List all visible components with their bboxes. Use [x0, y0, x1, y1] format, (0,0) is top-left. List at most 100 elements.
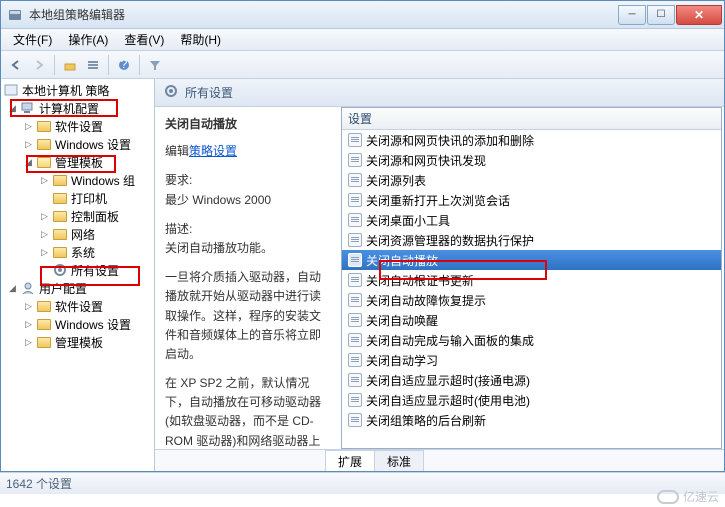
policy-item-icon — [348, 173, 362, 187]
gear-icon — [163, 83, 179, 102]
folder-icon — [52, 208, 68, 224]
forward-button[interactable] — [28, 54, 50, 76]
back-button[interactable] — [5, 54, 27, 76]
list-item-label: 关闭自适应显示超时(使用电池) — [366, 392, 530, 409]
tree-control-panel[interactable]: ▷控制面板 — [1, 207, 154, 225]
tree-windows-components[interactable]: ▷Windows 组 — [1, 171, 154, 189]
list-item[interactable]: 关闭源列表 — [342, 170, 721, 190]
tab-standard[interactable]: 标准 — [374, 450, 424, 471]
gear-icon — [52, 262, 68, 278]
detail-pane: 关闭自动播放 编辑策略设置 要求: 最少 Windows 2000 描述: 关闭… — [155, 107, 341, 449]
expand-icon[interactable]: ▷ — [23, 139, 34, 150]
requirement-value: 最少 Windows 2000 — [165, 191, 331, 210]
statusbar: 1642 个设置 — [0, 472, 725, 494]
up-button[interactable] — [59, 54, 81, 76]
list-item[interactable]: 关闭自动故障恢复提示 — [342, 290, 721, 310]
list-item-label: 关闭桌面小工具 — [366, 212, 450, 229]
menu-help[interactable]: 帮助(H) — [172, 29, 229, 50]
client-area: 本地计算机 策略 ◢计算机配置 ▷软件设置 ▷Windows 设置 ◢管理模板 … — [1, 79, 724, 471]
app-window: 本地组策略编辑器 ─ ☐ ✕ 文件(F) 操作(A) 查看(V) 帮助(H) ?… — [0, 0, 725, 472]
policy-icon — [3, 82, 19, 98]
close-button[interactable]: ✕ — [676, 5, 722, 25]
menu-action[interactable]: 操作(A) — [60, 29, 116, 50]
list-item[interactable]: 关闭自动播放 — [342, 250, 721, 270]
tree-windows-settings[interactable]: ▷Windows 设置 — [1, 135, 154, 153]
filter-button[interactable] — [144, 54, 166, 76]
collapse-icon[interactable]: ◢ — [23, 157, 34, 168]
folder-icon — [36, 154, 52, 170]
policy-item-icon — [348, 153, 362, 167]
tree-u-software[interactable]: ▷软件设置 — [1, 297, 154, 315]
tree-admin-templates[interactable]: ◢管理模板 — [1, 153, 154, 171]
folder-icon — [52, 226, 68, 242]
collapse-icon[interactable]: ◢ — [7, 283, 18, 294]
policy-item-icon — [348, 233, 362, 247]
minimize-button[interactable]: ─ — [618, 5, 646, 25]
list-item[interactable]: 关闭组策略的后台刷新 — [342, 410, 721, 430]
list-view-button[interactable] — [82, 54, 104, 76]
tree-pane[interactable]: 本地计算机 策略 ◢计算机配置 ▷软件设置 ▷Windows 设置 ◢管理模板 … — [1, 79, 155, 471]
expand-icon[interactable]: ▷ — [23, 121, 34, 132]
list-item-label: 关闭组策略的后台刷新 — [366, 412, 486, 429]
policy-item-icon — [348, 133, 362, 147]
tree-all-settings[interactable]: 所有设置 — [1, 261, 154, 279]
tree-u-admin[interactable]: ▷管理模板 — [1, 333, 154, 351]
expand-icon[interactable]: ▷ — [39, 211, 50, 222]
list-item-label: 关闭自动根证书更新 — [366, 272, 474, 289]
list-item[interactable]: 关闭自适应显示超时(接通电源) — [342, 370, 721, 390]
menu-view[interactable]: 查看(V) — [116, 29, 172, 50]
status-count: 1642 个设置 — [6, 475, 72, 492]
list-item[interactable]: 关闭重新打开上次浏览会话 — [342, 190, 721, 210]
list-item[interactable]: 关闭自动完成与输入面板的集成 — [342, 330, 721, 350]
help-button[interactable]: ? — [113, 54, 135, 76]
list-item[interactable]: 关闭自动学习 — [342, 350, 721, 370]
list-item[interactable]: 关闭自适应显示超时(使用电池) — [342, 390, 721, 410]
list-item[interactable]: 关闭资源管理器的数据执行保护 — [342, 230, 721, 250]
content-header: 所有设置 — [155, 79, 724, 107]
tree-root[interactable]: 本地计算机 策略 — [1, 81, 154, 99]
list-item[interactable]: 关闭自动唤醒 — [342, 310, 721, 330]
policy-item-icon — [348, 313, 362, 327]
description-text: 一旦将介质插入驱动器，自动播放就开始从驱动器中进行读取操作。这样，程序的安装文件… — [165, 268, 331, 364]
tree-software-settings[interactable]: ▷软件设置 — [1, 117, 154, 135]
tree-u-windows[interactable]: ▷Windows 设置 — [1, 315, 154, 333]
list-item-label: 关闭重新打开上次浏览会话 — [366, 192, 510, 209]
menubar: 文件(F) 操作(A) 查看(V) 帮助(H) — [1, 29, 724, 51]
maximize-button[interactable]: ☐ — [647, 5, 675, 25]
expand-icon[interactable]: ▷ — [39, 247, 50, 258]
expand-icon[interactable]: ▷ — [23, 319, 34, 330]
list-item[interactable]: 关闭桌面小工具 — [342, 210, 721, 230]
description-text: 在 XP SP2 之前，默认情况下，自动播放在可移动驱动器(如软盘驱动器，而不是… — [165, 374, 331, 449]
tree-system[interactable]: ▷系统 — [1, 243, 154, 261]
policy-item-icon — [348, 213, 362, 227]
expand-icon[interactable]: ▷ — [39, 175, 50, 186]
tree-computer-config[interactable]: ◢计算机配置 — [1, 99, 154, 117]
edit-policy-link[interactable]: 策略设置 — [189, 144, 237, 158]
expand-icon[interactable]: ▷ — [39, 229, 50, 240]
list-item[interactable]: 关闭自动根证书更新 — [342, 270, 721, 290]
policy-item-icon — [348, 333, 362, 347]
settings-list: 设置 关闭源和网页快讯的添加和删除关闭源和网页快讯发现关闭源列表关闭重新打开上次… — [341, 107, 722, 449]
list-item-label: 关闭自动学习 — [366, 352, 438, 369]
user-icon — [20, 280, 36, 296]
app-icon — [7, 7, 23, 23]
expand-icon[interactable]: ▷ — [23, 337, 34, 348]
watermark: 亿速云 — [657, 488, 719, 505]
detail-title: 关闭自动播放 — [165, 115, 331, 134]
tree-user-config[interactable]: ◢用户配置 — [1, 279, 154, 297]
header-title: 所有设置 — [185, 84, 233, 101]
titlebar[interactable]: 本地组策略编辑器 ─ ☐ ✕ — [1, 1, 724, 29]
tree-printers[interactable]: 打印机 — [1, 189, 154, 207]
list-item[interactable]: 关闭源和网页快讯的添加和删除 — [342, 130, 721, 150]
menu-file[interactable]: 文件(F) — [5, 29, 60, 50]
list-body[interactable]: 关闭源和网页快讯的添加和删除关闭源和网页快讯发现关闭源列表关闭重新打开上次浏览会… — [342, 130, 721, 448]
list-column-header[interactable]: 设置 — [342, 108, 721, 130]
tree-network[interactable]: ▷网络 — [1, 225, 154, 243]
policy-item-icon — [348, 193, 362, 207]
list-item-label: 关闭自适应显示超时(接通电源) — [366, 372, 530, 389]
folder-icon — [36, 118, 52, 134]
expand-icon[interactable]: ▷ — [23, 301, 34, 312]
list-item[interactable]: 关闭源和网页快讯发现 — [342, 150, 721, 170]
tab-extended[interactable]: 扩展 — [325, 450, 375, 471]
collapse-icon[interactable]: ◢ — [7, 103, 18, 114]
